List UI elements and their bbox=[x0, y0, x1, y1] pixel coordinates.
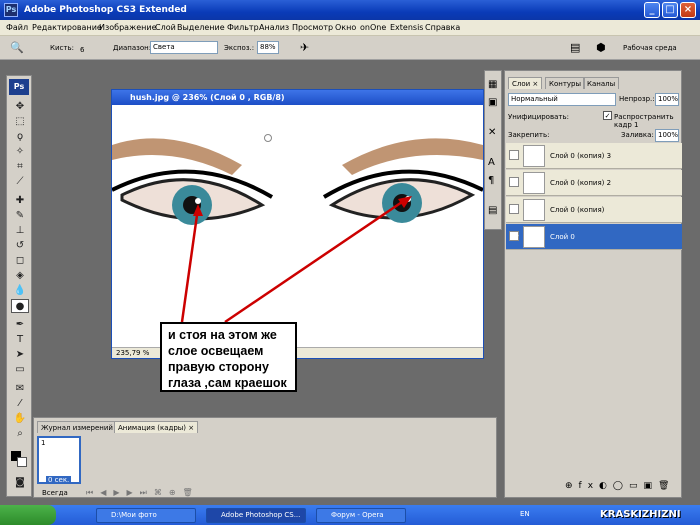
layer-name: Слой 0 bbox=[550, 233, 575, 241]
layer-actions-bar[interactable]: ⊕fx◐◯▭▣🗑 bbox=[565, 481, 675, 491]
tools-preset-icon[interactable]: ✕ bbox=[488, 127, 496, 138]
lock-label: Закрепить: bbox=[508, 131, 550, 139]
arrow-right-head bbox=[398, 196, 412, 208]
tab-channels[interactable]: Каналы bbox=[583, 77, 620, 89]
paragraph-icon[interactable]: ¶ bbox=[488, 175, 494, 186]
visibility-toggle[interactable] bbox=[509, 150, 519, 160]
character-icon[interactable]: A bbox=[488, 157, 495, 168]
opacity-input[interactable]: 100% bbox=[655, 93, 679, 106]
layer-row-copy[interactable]: Слой 0 (копия) bbox=[506, 197, 682, 223]
layer-name: Слой 0 (копия) bbox=[550, 206, 605, 214]
tab-paths[interactable]: Контуры bbox=[545, 77, 586, 89]
frame-number: 1 bbox=[41, 439, 46, 447]
layer-thumbnail bbox=[523, 226, 545, 248]
layer-row-copy3[interactable]: Слой 0 (копия) 3 bbox=[506, 143, 682, 169]
unify-label: Унифицировать: bbox=[508, 113, 569, 121]
layers-panel: Слои × Контуры Каналы Нормальный Непрозр… bbox=[504, 70, 682, 498]
taskbar: D:\Мои фото Adobe Photoshop CS... Форум … bbox=[0, 505, 700, 525]
tab-measurement-log[interactable]: Журнал измерений bbox=[37, 421, 117, 433]
fill-input[interactable]: 100% bbox=[655, 129, 679, 142]
layer-thumbnail bbox=[523, 199, 545, 221]
watermark: KRASKIZHIZNI bbox=[600, 509, 681, 520]
arrow-left bbox=[180, 207, 200, 323]
layer-row-base[interactable]: 👁 Слой 0 bbox=[506, 224, 682, 250]
visibility-toggle[interactable] bbox=[509, 204, 519, 214]
taskbar-item-opera[interactable]: Форум - Opera bbox=[316, 508, 406, 523]
annotation-note: и стоя на этом же слое освещаем правую с… bbox=[160, 322, 297, 392]
layer-name: Слой 0 (копия) 3 bbox=[550, 152, 612, 160]
fill-label: Заливка: bbox=[621, 131, 654, 139]
propagate-label: Распространить кадр 1 bbox=[614, 113, 674, 129]
layer-thumbnail bbox=[523, 172, 545, 194]
eye-icon[interactable]: 👁 bbox=[509, 231, 519, 241]
panel-icon-strip: ▦ ▣ ✕ A ¶ ▤ bbox=[484, 70, 502, 230]
taskbar-item-photoshop[interactable]: Adobe Photoshop CS... bbox=[206, 508, 306, 523]
taskbar-item-folder[interactable]: D:\Мои фото bbox=[96, 508, 196, 523]
loop-select[interactable]: Всегда bbox=[42, 489, 68, 497]
layer-comps-icon[interactable]: ▤ bbox=[488, 205, 497, 216]
frame-delay[interactable]: 0 сек. bbox=[46, 476, 72, 484]
layer-name: Слой 0 (копия) 2 bbox=[550, 179, 612, 187]
language-indicator[interactable]: EN bbox=[520, 510, 530, 518]
tab-layers[interactable]: Слои × bbox=[508, 77, 543, 89]
info-icon[interactable]: ▣ bbox=[488, 97, 497, 108]
layer-thumbnail bbox=[523, 145, 545, 167]
navigator-icon[interactable]: ▦ bbox=[488, 79, 497, 90]
layer-row-copy2[interactable]: Слой 0 (копия) 2 bbox=[506, 170, 682, 196]
start-button[interactable] bbox=[0, 505, 56, 525]
visibility-toggle[interactable] bbox=[509, 177, 519, 187]
blend-mode-select[interactable]: Нормальный bbox=[508, 93, 616, 106]
animation-panel: Журнал измерений Анимация (кадры) × 1 0 … bbox=[33, 417, 497, 498]
arrow-right bbox=[224, 196, 409, 324]
arrow-left-head bbox=[193, 204, 203, 216]
playback-controls[interactable]: ⏮◀▶▶⏭⌘⊕🗑 bbox=[86, 488, 200, 498]
tab-animation[interactable]: Анимация (кадры) × bbox=[114, 421, 199, 433]
opacity-label: Непрозр.: bbox=[619, 95, 655, 103]
propagate-checkbox[interactable]: ✓ bbox=[603, 111, 612, 120]
